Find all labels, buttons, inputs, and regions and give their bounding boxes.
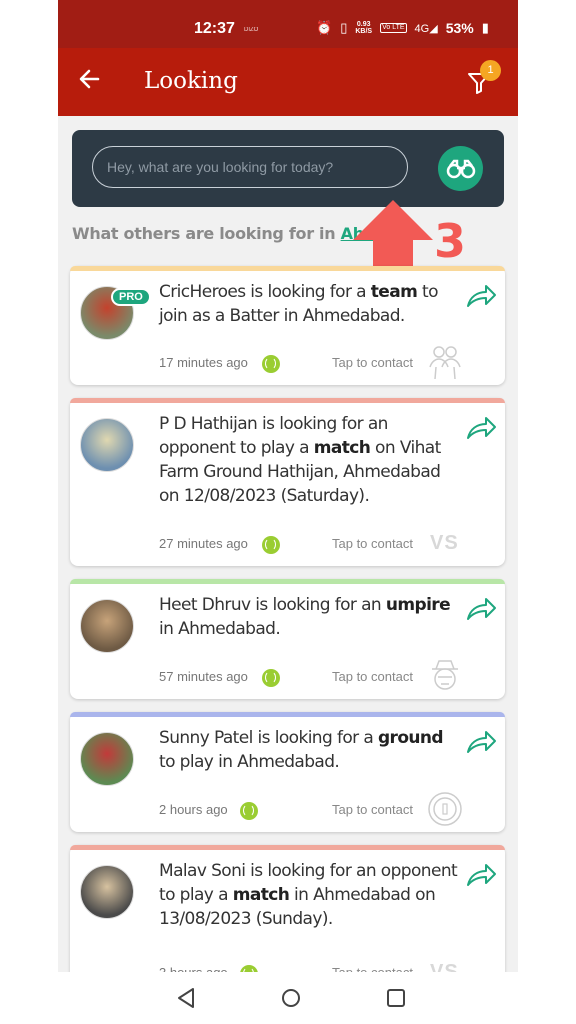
cricket-ball-icon (262, 355, 280, 373)
vs-icon: VS (430, 961, 459, 972)
cricket-ball-icon (262, 536, 280, 554)
others-heading: What others are looking for in Ahme (72, 224, 391, 243)
cricket-ball-icon (240, 802, 258, 820)
phone-screen: 12:37 DIZO ⏰ ▯ 0.93 KB/S Vo LTE 4G◢ 53% ▮… (58, 0, 518, 972)
signal-icon: 4G◢ (414, 22, 438, 35)
time-ago: 57 minutes ago (159, 669, 248, 684)
card-text-keyword: umpire (385, 595, 451, 615)
cricket-ball-icon (240, 965, 258, 972)
avatar[interactable] (80, 732, 134, 786)
time-ago: 2 hours ago (159, 802, 228, 817)
share-icon[interactable] (465, 412, 497, 442)
card-text-keyword: match (232, 885, 290, 905)
battery-icon: ▮ (481, 20, 489, 35)
card-accent-line (70, 579, 505, 584)
vs-icon: VS (430, 532, 459, 554)
card-text-pre: CricHeroes is looking for a (159, 282, 371, 302)
vibrate-icon: ▯ (340, 20, 348, 35)
time-ago: 27 minutes ago (159, 536, 248, 551)
status-carrier: DIZO (244, 27, 259, 33)
avatar[interactable] (80, 418, 134, 472)
ground-icon (426, 790, 464, 828)
card-text: CricHeroes is looking for a team to join… (159, 280, 459, 328)
time-ago: 17 minutes ago (159, 355, 248, 370)
time-ago: 3 hours ago (159, 965, 228, 972)
tap-to-contact-label[interactable]: Tap to contact (332, 355, 413, 370)
card-accent-line (70, 266, 505, 271)
status-icons: ⏰ ▯ 0.93 KB/S Vo LTE 4G◢ 53% ▮ (316, 20, 489, 36)
share-icon[interactable] (465, 593, 497, 623)
card-text: Malav Soni is looking for an opponent to… (159, 859, 459, 931)
card-text-post: to play in Ahmedabad. (159, 752, 340, 772)
card-text-keyword: match (313, 438, 371, 458)
tap-to-contact-label[interactable]: Tap to contact (332, 965, 413, 972)
team-icon (426, 343, 464, 381)
volte-icon: Vo LTE (380, 23, 407, 33)
share-icon[interactable] (465, 280, 497, 310)
annotation-number: 3 (434, 214, 467, 268)
nav-home-icon[interactable] (280, 987, 302, 1009)
share-icon[interactable] (465, 859, 497, 889)
card-text-pre: Sunny Patel is looking for a (159, 728, 378, 748)
nav-recents-icon[interactable] (385, 987, 407, 1009)
looking-card[interactable]: Malav Soni is looking for an opponent to… (70, 845, 505, 972)
binoculars-search-button[interactable] (438, 146, 483, 191)
looking-card[interactable]: Sunny Patel is looking for a ground to p… (70, 712, 505, 832)
battery-level: 53% (445, 20, 474, 36)
card-text: Sunny Patel is looking for a ground to p… (159, 726, 459, 774)
cricket-ball-icon (262, 669, 280, 687)
back-arrow-icon[interactable] (78, 66, 100, 96)
looking-card[interactable]: Heet Dhruv is looking for an umpire in A… (70, 579, 505, 699)
nav-back-icon[interactable] (176, 987, 196, 1009)
tap-to-contact-label[interactable]: Tap to contact (332, 802, 413, 817)
search-input[interactable] (92, 146, 408, 188)
app-bar: Looking 1 (58, 48, 518, 116)
binoculars-icon (446, 159, 475, 178)
avatar[interactable] (80, 599, 134, 653)
card-text-keyword: ground (377, 728, 444, 748)
looking-card[interactable]: PRO CricHeroes is looking for a team to j… (70, 266, 505, 385)
card-accent-line (70, 845, 505, 850)
status-time: 12:37 (194, 20, 235, 37)
pro-badge: PRO (111, 288, 151, 306)
net-speed: 0.93 KB/S (355, 21, 373, 35)
card-text: P D Hathijan is looking for an opponent … (159, 412, 459, 508)
status-bar: 12:37 DIZO ⏰ ▯ 0.93 KB/S Vo LTE 4G◢ 53% ▮ (58, 0, 518, 48)
looking-card[interactable]: P D Hathijan is looking for an opponent … (70, 398, 505, 566)
system-nav-bar (0, 972, 576, 1024)
card-text-pre: Heet Dhruv is looking for an (159, 595, 386, 615)
share-icon[interactable] (465, 726, 497, 756)
card-accent-line (70, 712, 505, 717)
card-text-post: in Ahmedabad. (159, 619, 281, 639)
card-text-keyword: team (370, 282, 418, 302)
search-panel (72, 130, 504, 207)
avatar[interactable] (80, 865, 134, 919)
tap-to-contact-label[interactable]: Tap to contact (332, 669, 413, 684)
card-accent-line (70, 398, 505, 403)
tap-to-contact-label[interactable]: Tap to contact (332, 536, 413, 551)
umpire-icon (426, 657, 464, 695)
card-text: Heet Dhruv is looking for an umpire in A… (159, 593, 459, 641)
page-title: Looking (144, 68, 238, 94)
filter-count-badge: 1 (480, 60, 501, 81)
alarm-icon: ⏰ (316, 20, 333, 35)
